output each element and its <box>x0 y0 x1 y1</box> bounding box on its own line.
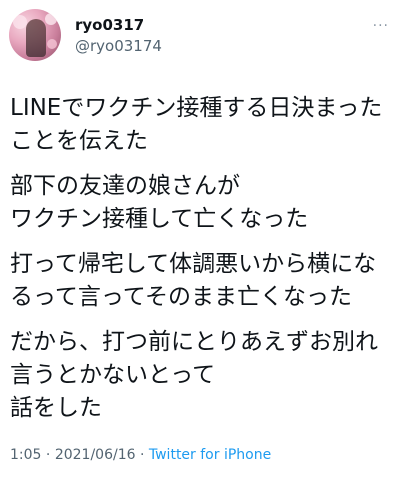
display-name[interactable]: ryo0317 <box>75 16 144 34</box>
tweet-date[interactable]: 2021/06/16 <box>55 447 136 463</box>
meta-separator: · <box>135 447 149 463</box>
avatar-figure <box>26 19 46 57</box>
tweet-line: ワクチン接種して亡くなった <box>10 206 309 232</box>
blossom-decoration <box>45 13 57 25</box>
tweet-paragraph: LINEでワクチン接種する日決まった ことを伝えた <box>10 92 395 158</box>
tweet-line: ことを伝えた <box>10 128 148 154</box>
tweet-paragraph: だから、打つ前にとりあえずお別れ 言うとかないとって 話をした <box>10 326 395 425</box>
tweet-line: るって言ってそのまま亡くなった <box>10 284 353 310</box>
blossom-decoration <box>13 15 27 29</box>
tweet-line: 話をした <box>10 395 102 421</box>
tweet-text: LINEでワクチン接種する日決まった ことを伝えた 部下の友達の娘さんが ワクチ… <box>10 92 395 437</box>
tweet-paragraph: 部下の友達の娘さんが ワクチン接種して亡くなった <box>10 170 395 236</box>
tweet-metadata: 1:05 · 2021/06/16 · Twitter for iPhone <box>10 447 271 463</box>
tweet-paragraph: 打って帰宅して体調悪いから横にな るって言ってそのまま亡くなった <box>10 248 395 314</box>
blossom-decoration <box>47 39 57 49</box>
tweet-line: LINEでワクチン接種する日決まった <box>10 95 383 121</box>
more-options-icon[interactable]: ··· <box>373 18 389 34</box>
meta-separator: · <box>41 447 55 463</box>
tweet-line: 言うとかないとって <box>10 362 216 388</box>
tweet-line: 打って帰宅して体調悪いから横にな <box>10 251 377 277</box>
user-handle[interactable]: @ryo03174 <box>75 37 162 55</box>
tweet-time[interactable]: 1:05 <box>10 447 41 463</box>
tweet-source-link[interactable]: Twitter for iPhone <box>149 447 271 463</box>
tweet-line: 部下の友達の娘さんが <box>10 173 240 199</box>
avatar[interactable] <box>9 9 61 61</box>
tweet-line: だから、打つ前にとりあえずお別れ <box>10 329 378 355</box>
